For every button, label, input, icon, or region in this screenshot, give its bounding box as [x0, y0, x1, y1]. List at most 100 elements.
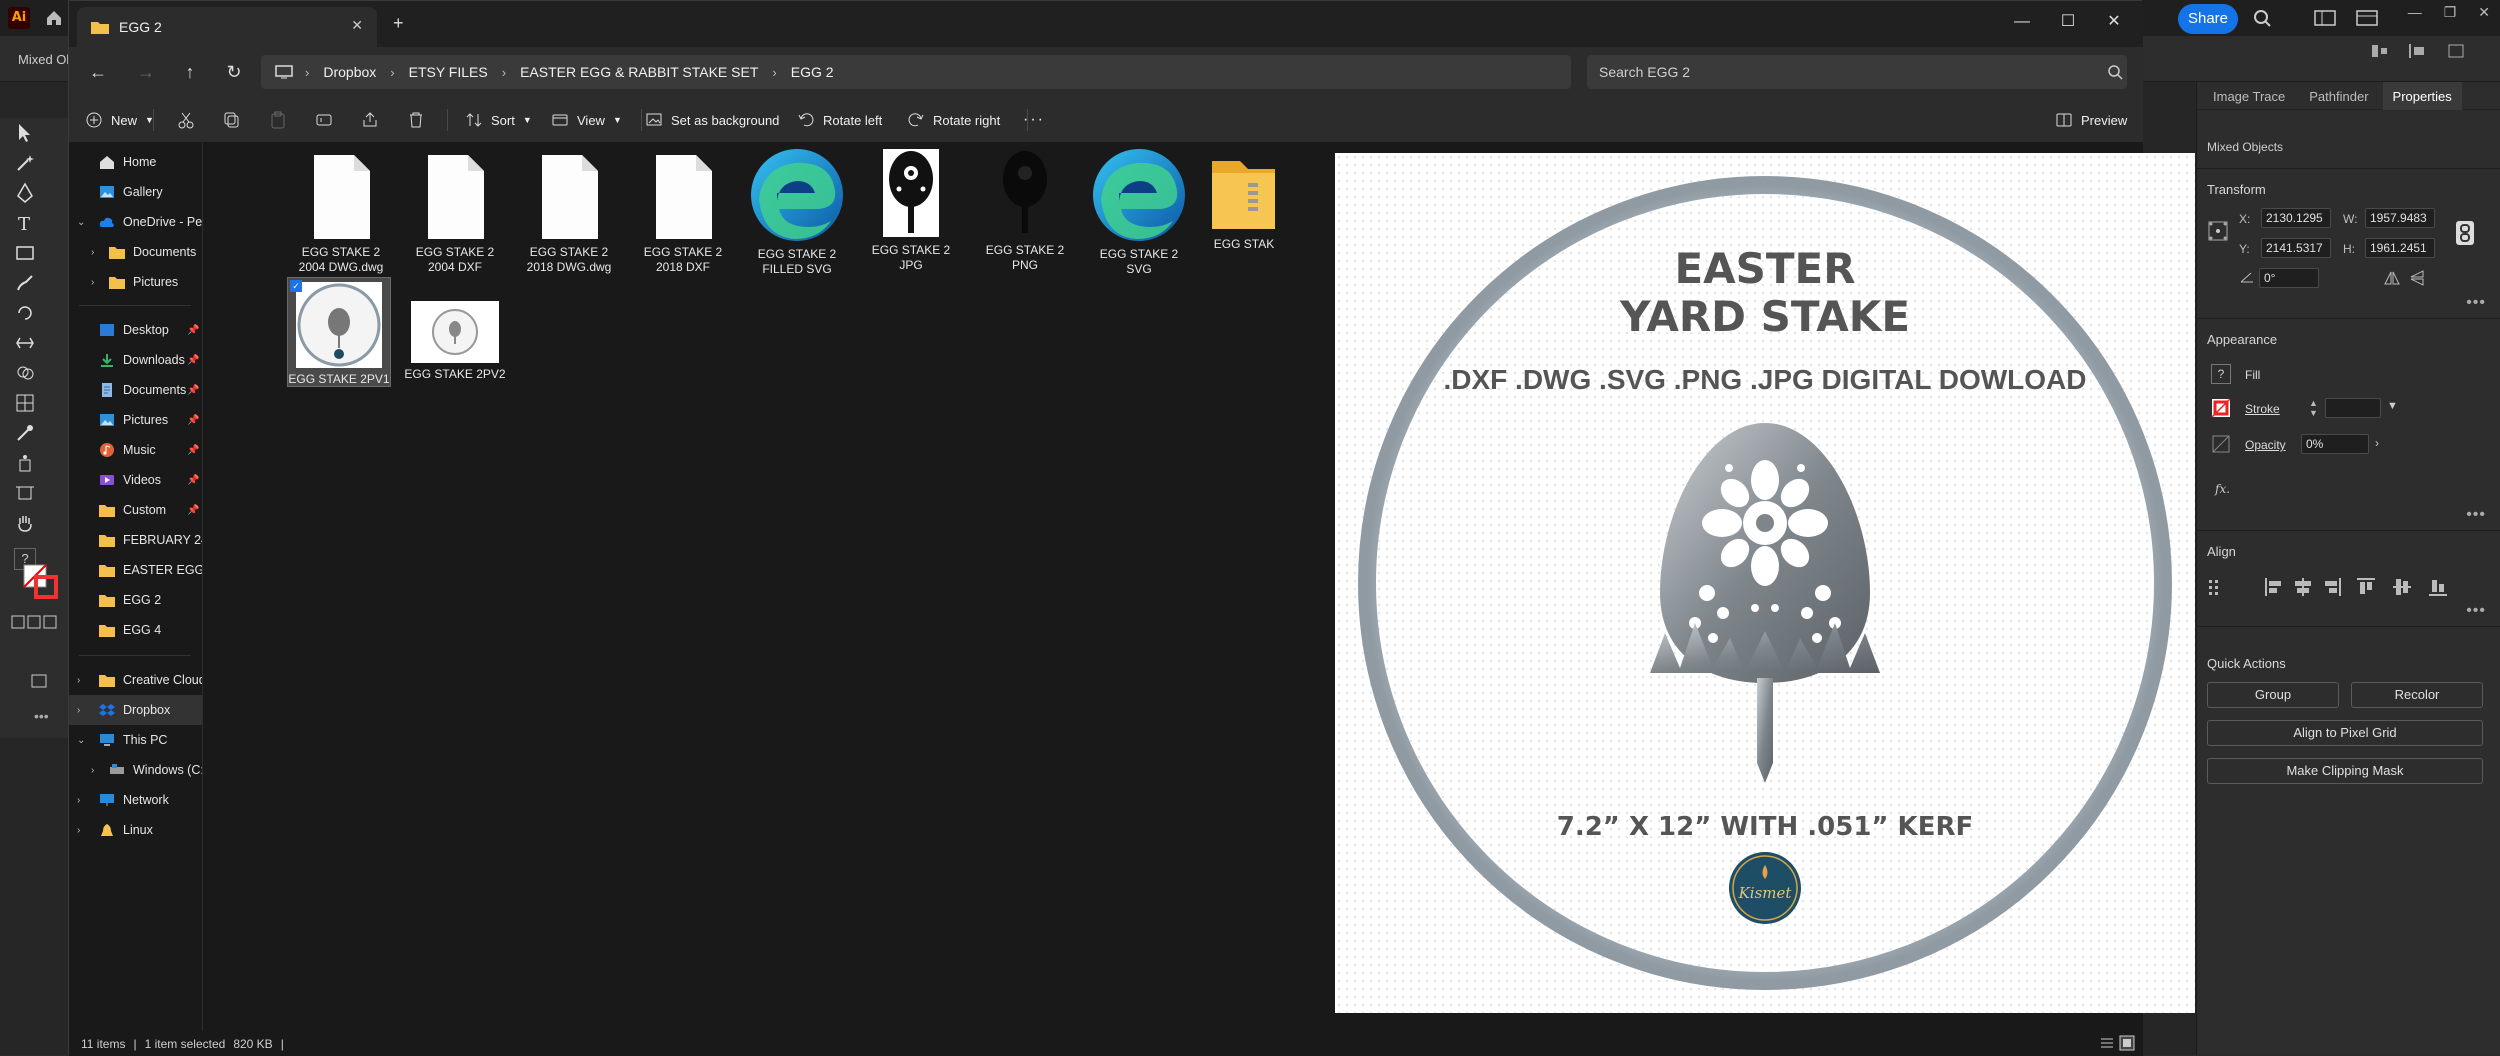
file-item-selected[interactable]: ✓ EGG STAKE 2PV1 [287, 277, 391, 387]
nav-item-custom[interactable]: Custom 📌 [69, 495, 202, 525]
nav-item-downloads[interactable]: Downloads 📌 [69, 345, 202, 375]
nav-item-documents-quick[interactable]: Documents 📌 [69, 375, 202, 405]
chevron-right-icon[interactable]: › [77, 675, 80, 686]
flip-horizontal-icon[interactable] [2383, 270, 2401, 286]
file-item[interactable]: EGG STAKE 2 JPG [859, 147, 963, 273]
search-icon[interactable] [2252, 9, 2274, 27]
view-button[interactable]: View ▼ [551, 107, 622, 133]
share-icon[interactable] [361, 107, 379, 133]
rotate-angle-field[interactable]: 0° [2259, 268, 2319, 288]
selection-tool-icon[interactable] [14, 122, 36, 144]
chevron-right-icon[interactable]: › [77, 825, 80, 836]
shape-builder-tool-icon[interactable] [14, 362, 36, 384]
preview-pane-button[interactable]: Preview [2055, 107, 2127, 133]
nav-item-easter-egg[interactable]: EASTER EGG & [69, 555, 202, 585]
symbol-sprayer-tool-icon[interactable] [14, 452, 36, 474]
breadcrumb-etsy-files[interactable]: ETSY FILES [409, 64, 488, 80]
file-item[interactable]: EGG STAKE 2 2004 DXF [403, 153, 507, 275]
align-icon[interactable] [2370, 42, 2390, 60]
search-input[interactable]: Search EGG 2 [1587, 55, 2127, 89]
stroke-swatch-icon[interactable] [2211, 398, 2231, 418]
nav-item-windows-c[interactable]: › Windows (C:) [69, 755, 202, 785]
align-buttons[interactable] [2207, 576, 2487, 598]
fx-button[interactable]: fx. [2215, 482, 2230, 496]
eyedropper-tool-icon[interactable] [14, 422, 36, 444]
file-item[interactable]: EGG STAKE 2 PNG [973, 147, 1077, 273]
file-item[interactable]: EGG STAKE 2 SVG [1087, 147, 1191, 277]
nav-item-dropbox[interactable]: › Dropbox [69, 695, 202, 725]
magic-wand-tool-icon[interactable] [14, 152, 36, 174]
constrain-proportions-icon[interactable] [2455, 220, 2475, 246]
breadcrumb-easter-egg-set[interactable]: EASTER EGG & RABBIT STAKE SET [520, 64, 758, 80]
nav-item-egg-2[interactable]: EGG 2 [69, 585, 202, 615]
width-tool-icon[interactable] [14, 332, 36, 354]
align-more-options-icon[interactable]: ••• [2466, 602, 2486, 620]
artboard-tool-icon[interactable] [14, 482, 36, 504]
nav-item-creative-cloud[interactable]: › Creative Cloud [69, 665, 202, 695]
transform-more-options-icon[interactable]: ••• [2466, 294, 2486, 312]
chevron-right-icon[interactable]: › [77, 795, 80, 806]
pen-tool-icon[interactable] [14, 182, 36, 204]
breadcrumb-dropbox[interactable]: Dropbox [323, 64, 376, 80]
chevron-right-icon[interactable]: › [91, 277, 94, 288]
chevron-down-icon[interactable]: ⌄ [77, 217, 85, 228]
file-item[interactable]: EGG STAKE 2 FILLED SVG [745, 147, 849, 277]
opacity-arrow-icon[interactable]: › [2375, 436, 2379, 450]
stroke-weight-field[interactable] [2325, 398, 2381, 418]
new-tab-icon[interactable]: + [393, 13, 404, 34]
chevron-right-icon[interactable]: › [91, 765, 94, 776]
nav-item-february-24[interactable]: FEBRUARY 24 [69, 525, 202, 555]
copy-icon[interactable] [223, 107, 241, 133]
arrange-icon[interactable] [2446, 42, 2466, 60]
appearance-more-options-icon[interactable]: ••• [2466, 506, 2486, 524]
tab-pathfinder[interactable]: Pathfinder [2299, 82, 2378, 110]
selected-checkbox-icon[interactable]: ✓ [290, 280, 302, 292]
chevron-right-icon[interactable]: › [91, 247, 94, 258]
chevron-right-icon[interactable]: › [77, 705, 80, 716]
file-item[interactable]: EGG STAKE 2 2004 DWG.dwg [289, 153, 393, 275]
change-screen-mode-icon[interactable] [28, 670, 50, 692]
flip-vertical-icon[interactable] [2409, 270, 2427, 286]
y-field[interactable]: 2141.5317 [2261, 238, 2331, 258]
nav-item-onedrive[interactable]: ⌄ OneDrive - Pers [69, 207, 202, 237]
rotate-right-button[interactable]: Rotate right [907, 107, 1000, 133]
sort-button[interactable]: Sort ▼ [465, 107, 532, 133]
back-icon[interactable]: ← [85, 59, 111, 85]
draw-modes-icon[interactable] [10, 614, 60, 630]
set-as-background-button[interactable]: Set as background [645, 107, 779, 133]
stroke-weight-stepper[interactable]: ▲ ▼ [2309, 398, 2319, 418]
home-icon[interactable] [44, 8, 64, 28]
close-tab-icon[interactable]: ✕ [351, 17, 363, 34]
cut-icon[interactable] [177, 107, 195, 133]
maximize-icon[interactable]: ☐ [2045, 7, 2091, 37]
nav-item-music[interactable]: Music 📌 [69, 435, 202, 465]
refresh-icon[interactable]: ↻ [221, 59, 247, 85]
share-button[interactable]: Share [2178, 4, 2238, 34]
close-icon[interactable]: ✕ [2091, 7, 2137, 37]
nav-item-home[interactable]: Home [69, 147, 202, 177]
recolor-button[interactable]: Recolor [2351, 682, 2483, 708]
close-icon[interactable]: ✕ [2478, 4, 2490, 21]
new-button[interactable]: New ▼ [85, 107, 154, 133]
tab-image-trace[interactable]: Image Trace [2203, 82, 2295, 110]
nav-item-pictures-quick[interactable]: Pictures 📌 [69, 405, 202, 435]
explorer-tab[interactable]: EGG 2 ✕ [77, 7, 377, 47]
restore-icon[interactable]: ❐ [2444, 4, 2457, 21]
opacity-label[interactable]: Opacity [2245, 438, 2286, 452]
hand-tool-icon[interactable] [14, 512, 36, 534]
mesh-tool-icon[interactable] [14, 392, 36, 414]
chevron-down-icon[interactable]: ⌄ [77, 735, 85, 746]
minimize-icon[interactable]: — [1999, 7, 2045, 37]
distribute-icon[interactable] [2408, 42, 2428, 60]
file-item[interactable]: EGG STAKE 2 2018 DXF [631, 153, 735, 275]
nav-item-pictures[interactable]: › Pictures [69, 267, 202, 297]
up-icon[interactable]: ↑ [177, 59, 203, 85]
rotate-left-button[interactable]: Rotate left [797, 107, 882, 133]
reference-point-icon[interactable] [2207, 220, 2229, 242]
tab-properties[interactable]: Properties [2382, 82, 2462, 110]
forward-icon[interactable]: → [133, 59, 159, 85]
panel-layout-icon[interactable] [2356, 9, 2378, 27]
search-icon[interactable] [2107, 64, 2123, 80]
nav-item-egg-4[interactable]: EGG 4 [69, 615, 202, 645]
h-field[interactable]: 1961.2451 [2365, 238, 2435, 258]
